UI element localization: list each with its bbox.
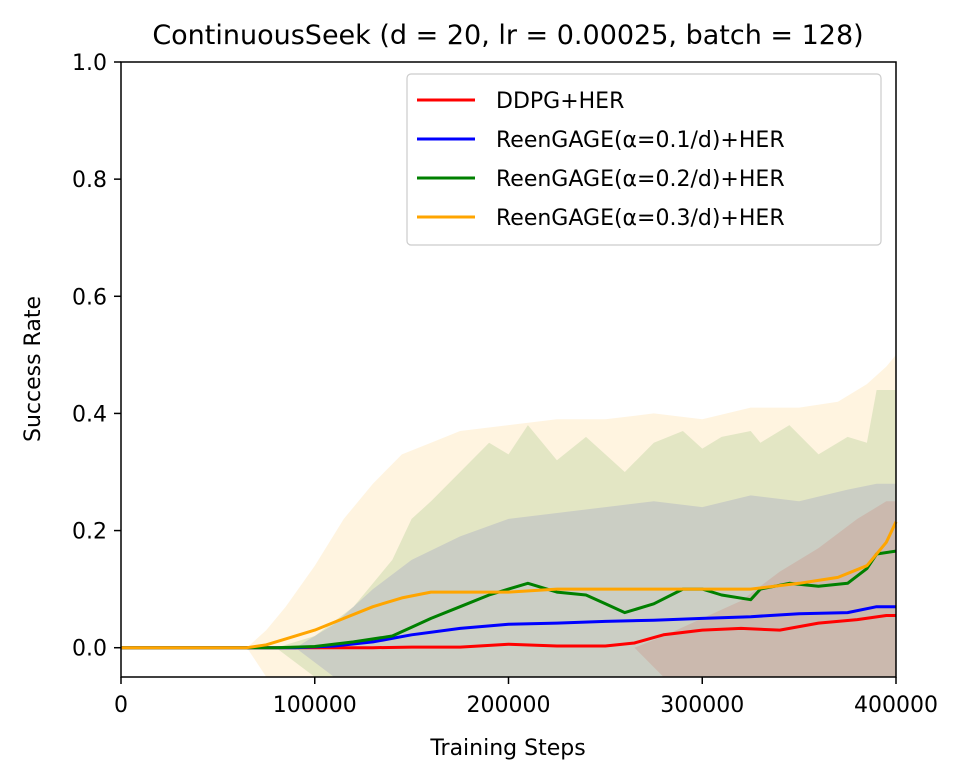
chart-title: ContinuousSeek (d = 20, lr = 0.00025, ba… bbox=[152, 20, 863, 51]
y-tick-label: 1.0 bbox=[72, 51, 107, 76]
legend-label: ReenGAGE(α=0.3/d)+HER bbox=[496, 206, 785, 231]
y-tick-label: 0.8 bbox=[72, 168, 107, 193]
legend-label: ReenGAGE(α=0.2/d)+HER bbox=[496, 167, 785, 192]
legend: DDPG+HER ReenGAGE(α=0.1/d)+HER ReenGAGE(α=… bbox=[406, 73, 882, 246]
x-axis-ticks: 0 100000 200000 300000 400000 bbox=[114, 677, 938, 718]
legend-label: ReenGAGE(α=0.1/d)+HER bbox=[496, 128, 785, 153]
y-tick-label: 0.2 bbox=[72, 520, 107, 545]
y-tick-label: 0.4 bbox=[72, 402, 107, 427]
chart: ContinuousSeek (d = 20, lr = 0.00025, ba… bbox=[21, 20, 938, 761]
x-tick-label: 300000 bbox=[660, 693, 744, 718]
y-tick-label: 0.0 bbox=[72, 637, 107, 662]
x-tick-label: 400000 bbox=[854, 693, 938, 718]
y-axis-label: Success Rate bbox=[21, 296, 46, 442]
x-tick-label: 200000 bbox=[467, 693, 551, 718]
legend-label: DDPG+HER bbox=[496, 89, 624, 114]
y-tick-label: 0.6 bbox=[72, 285, 107, 310]
x-tick-label: 100000 bbox=[273, 693, 357, 718]
y-axis-ticks: 0.0 0.2 0.4 0.6 0.8 1.0 bbox=[72, 51, 121, 662]
x-axis-label: Training Steps bbox=[429, 736, 585, 761]
x-tick-label: 0 bbox=[114, 693, 128, 718]
